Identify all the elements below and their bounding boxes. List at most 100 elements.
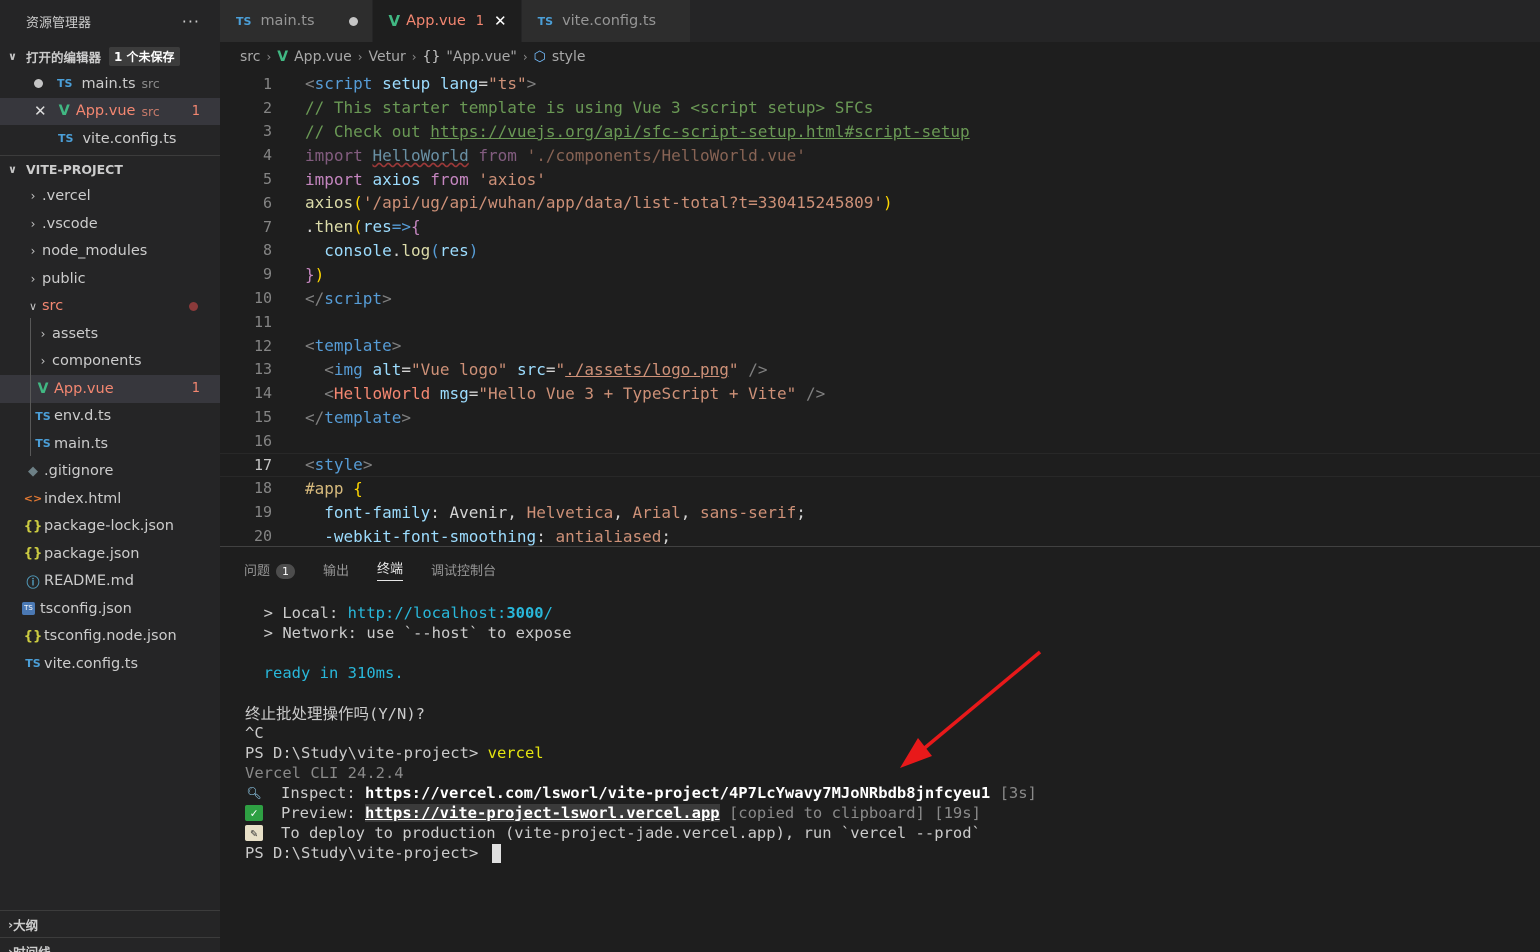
code-text: // This starter template is using Vue 3 … [305,98,874,118]
tree-item-gitignore[interactable]: ◆ .gitignore [0,458,220,486]
magnifier-icon: 🔍︎ [246,786,262,800]
open-editor-label: App.vue [75,103,136,120]
line-number: 20 [253,527,272,546]
tree-label: .vercel [42,188,91,205]
open-editors-section[interactable]: ∨ 打开的编辑器 1 个未保存 [0,42,220,70]
tab-app-vue[interactable]: V App.vue 1 ✕ [372,0,522,42]
open-editor-path: src [141,103,160,119]
breadcrumb-file[interactable]: App.vue [294,49,352,65]
tree-item-package-lock[interactable]: {} package-lock.json [0,513,220,541]
terminal-line: PS D:\Study\vite-project> vercel [245,743,544,763]
tree-item-node-modules[interactable]: › node_modules [0,238,220,266]
line-number: 14 [253,384,272,403]
tree-item-src[interactable]: ∨ src [0,293,220,321]
timeline-section[interactable]: › 时间线 [0,937,220,952]
line-number: 13 [253,360,272,379]
ctrl-c-text: ^C [245,724,264,742]
line-number: 10 [253,289,272,308]
tab-problems[interactable]: 问题 1 [244,560,296,579]
typescript-icon: TS [25,657,41,671]
modified-dot-icon[interactable] [348,16,358,26]
terminal-line: Vercel CLI 24.2.4 [245,763,404,783]
code-text: -webkit-font-smoothing: antialiased; [324,526,672,546]
tree-item-index-html[interactable]: <> index.html [0,485,220,513]
explorer-header: 资源管理器 ··· [0,0,220,42]
terminal-line: ready in 310ms. [245,663,404,683]
tree-item-readme[interactable]: ⓘ README.md [0,568,220,596]
tree-item-env-d-ts[interactable]: TS env.d.ts [0,403,220,431]
line-number: 16 [253,431,272,450]
breadcrumb-style[interactable]: style [552,49,586,65]
tab-terminal[interactable]: 终端 [377,558,404,581]
outline-section[interactable]: › 大纲 [0,910,220,938]
tree-item-vercel[interactable]: › .vercel [0,183,220,211]
code-line: 4 import HelloWorld from './components/He… [220,143,1540,167]
local-url-slash[interactable]: / [544,604,553,622]
tab-main-ts[interactable]: TS main.ts [220,0,373,42]
code-text: // Check out https://vuejs.org/api/sfc-s… [305,121,970,141]
terminal-line: > Network: use `--host` to expose [245,623,572,643]
git-icon: ◆ [28,463,38,479]
breadcrumb-vetur[interactable]: Vetur [369,49,406,65]
tree-item-main-ts[interactable]: TS main.ts [0,430,220,458]
line-number: 19 [253,503,272,522]
code-line: 8 console.log(res) [220,239,1540,263]
close-icon[interactable]: ✕ [494,12,507,30]
prompt-text: PS D:\Study\vite-project> [245,844,488,862]
error-dot-icon [189,301,198,311]
code-text: }) [305,264,325,284]
vue-icon: V [388,12,401,30]
local-port[interactable]: 3000 [506,604,543,622]
more-actions-icon[interactable]: ··· [182,12,200,31]
tree-item-assets[interactable]: › assets [0,320,220,348]
tree-label: main.ts [54,435,109,452]
open-editor-label: main.ts [81,75,136,92]
breadcrumb-src[interactable]: src [240,49,260,65]
prompt-text: PS D:\Study\vite-project> [245,744,488,762]
braces-icon: {} [422,49,441,65]
chevron-right-icon: › [40,354,46,369]
tree-item-components[interactable]: › components [0,348,220,376]
open-editor-main-ts[interactable]: TS main.ts src [0,70,220,98]
vue-icon: V [277,49,289,65]
tree-item-public[interactable]: › public [0,265,220,293]
line-number: 12 [253,336,272,355]
tree-item-tsconfig-node[interactable]: {} tsconfig.node.json [0,623,220,651]
tree-item-app-vue[interactable]: V App.vue 1 [0,375,220,403]
code-line: 9}) [220,262,1540,286]
line-number: 5 [262,170,272,189]
chevron-down-icon: ∨ [8,162,17,176]
bottom-panel: 问题 1 输出 终端 调试控制台 > Local: http://localhos… [220,546,1540,952]
line-number: 1 [262,74,272,93]
code-text: <style> [305,455,373,475]
code-line: 7 .then(res=>{ [220,215,1540,239]
tree-item-vite-config[interactable]: TS vite.config.ts [0,650,220,678]
info-icon: ⓘ [26,575,40,591]
close-icon[interactable]: ✕ [34,102,47,120]
html-icon: <> [23,492,43,506]
open-editor-app-vue[interactable]: ✕ V App.vue src 1 [0,97,220,125]
open-editor-vite-config[interactable]: TS vite.config.ts [0,125,220,153]
local-url-prefix[interactable]: http://localhost: [348,604,507,622]
preview-url[interactable]: https://vite-project-lsworl.vercel.app [365,804,720,822]
tab-label: 问题 [244,563,271,579]
modified-dot-icon[interactable] [34,79,43,89]
network-text: Network: use `--host` to expose [282,624,572,642]
code-text: import axios from 'axios' [305,169,546,189]
breadcrumb-component[interactable]: "App.vue" [446,49,516,65]
typescript-icon: TS [236,14,252,28]
tab-vite-config[interactable]: TS vite.config.ts [521,0,692,42]
tree-item-vscode[interactable]: › .vscode [0,210,220,238]
inspect-url[interactable]: https://vercel.com/lsworl/vite-project/4… [365,784,990,802]
typescript-icon: TS [35,437,51,451]
tab-output[interactable]: 输出 [323,560,349,579]
code-editor[interactable]: 1 <script setup lang="ts"> 2 // This start… [220,72,1540,546]
chevron-right-icon: › [30,244,36,259]
tab-debug-console[interactable]: 调试控制台 [431,560,496,579]
tree-item-package-json[interactable]: {} package.json [0,540,220,568]
typescript-icon: TS [35,409,51,423]
terminal-line: 🔍︎ Inspect: https://vercel.com/lsworl/vit… [245,783,1037,803]
tree-item-tsconfig[interactable]: TS tsconfig.json [0,595,220,623]
tree-label: tsconfig.json [40,600,132,617]
project-section[interactable]: ∨ VITE-PROJECT [0,154,220,183]
